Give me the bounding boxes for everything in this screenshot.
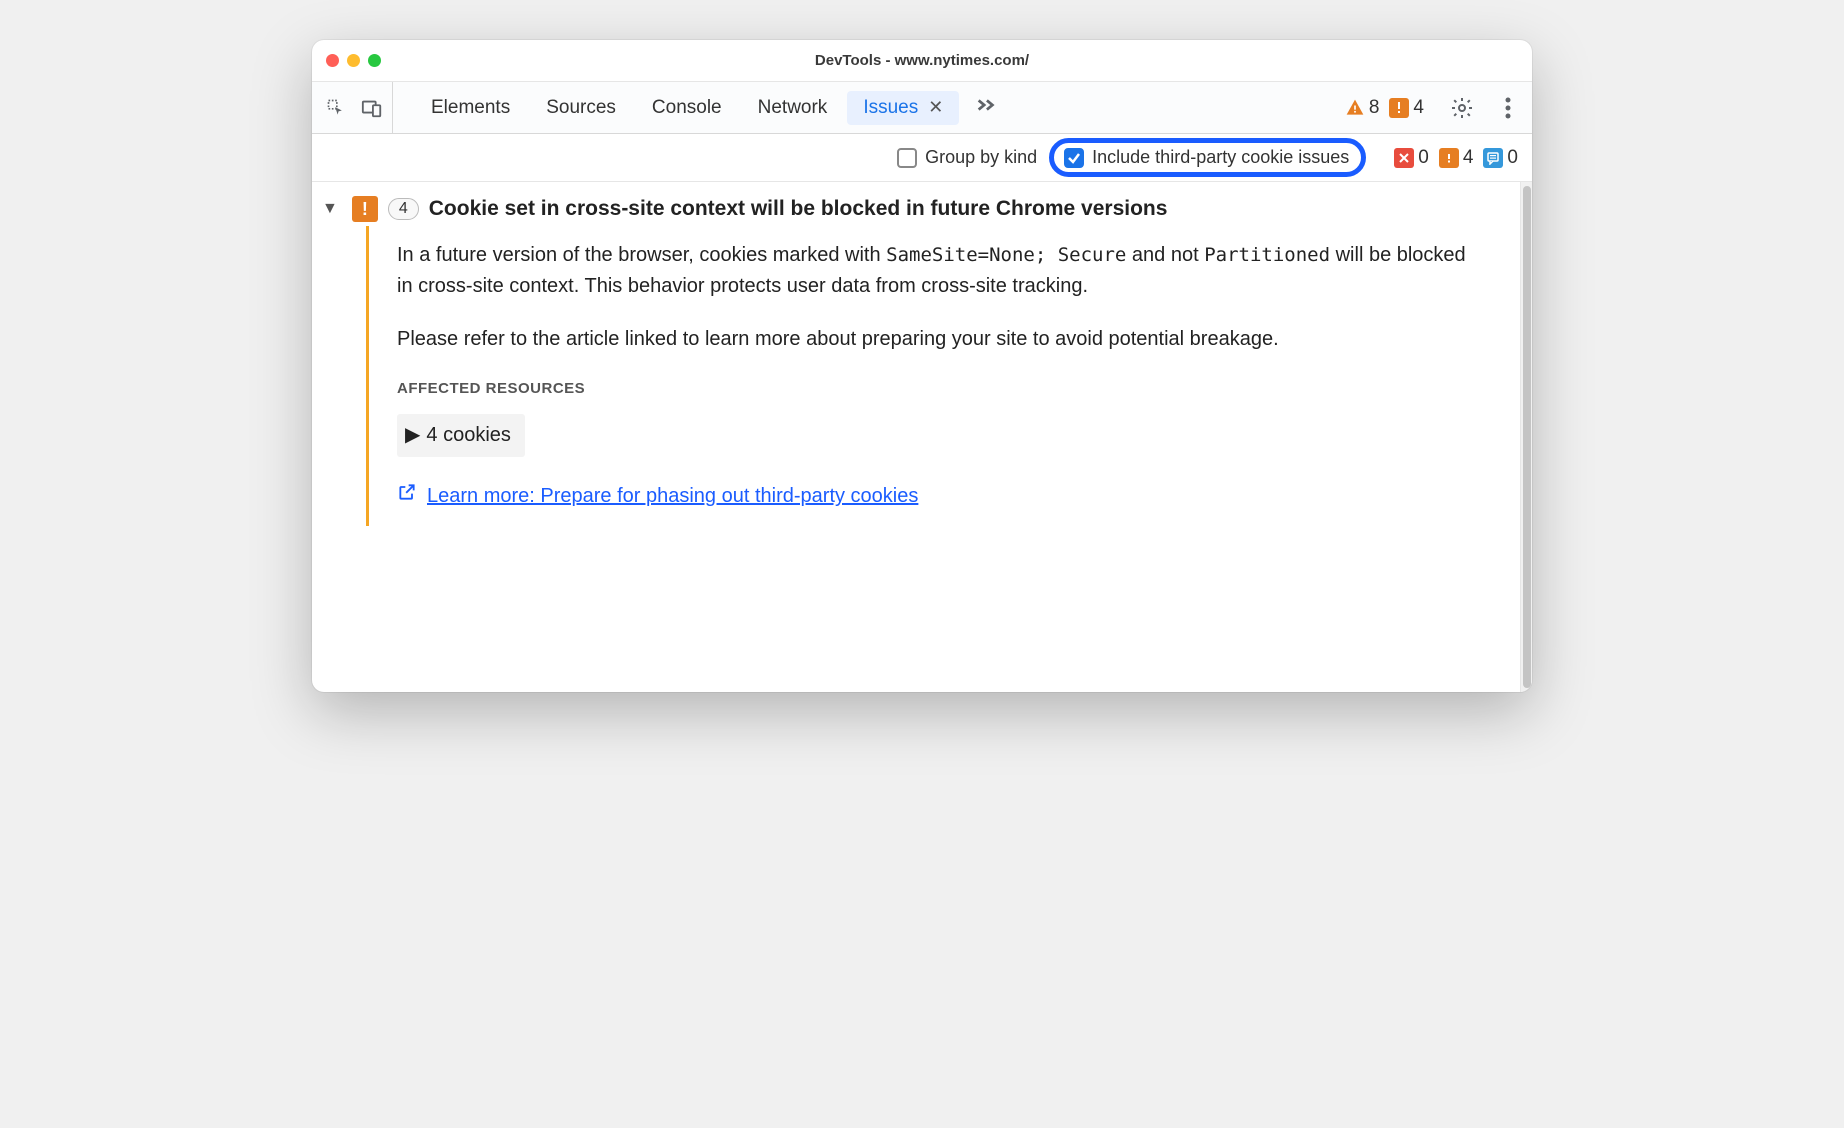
tab-sources[interactable]: Sources (530, 91, 632, 125)
warning-badge-icon (1439, 148, 1459, 168)
warnings-indicator[interactable]: 8 (1345, 97, 1380, 119)
devtools-window: DevTools - www.nytimes.com/ Elements Sou… (312, 40, 1532, 692)
tab-bar: Elements Sources Console Network Issues … (312, 82, 1532, 134)
issue-title: Cookie set in cross-site context will be… (429, 197, 1168, 221)
cookies-count-label: 4 cookies (426, 420, 511, 451)
issue-paragraph-1: In a future version of the browser, cook… (397, 240, 1480, 302)
issue-severity-icon: ! (352, 196, 378, 222)
disclosure-triangle-icon[interactable]: ▼ (318, 200, 342, 218)
issue-count-pill: 4 (388, 198, 419, 220)
issue-body: In a future version of the browser, cook… (366, 226, 1500, 526)
error-badge-icon (1394, 148, 1414, 168)
error-issues-count[interactable]: 0 (1394, 147, 1429, 169)
group-by-kind-label: Group by kind (925, 147, 1037, 168)
filter-toolbar: Group by kind Include third-party cookie… (312, 134, 1532, 182)
disclosure-right-icon: ▶ (405, 420, 420, 451)
info-count-value: 0 (1507, 147, 1518, 169)
device-toolbar-icon[interactable] (360, 96, 384, 120)
traffic-lights (326, 54, 381, 67)
tab-network[interactable]: Network (742, 91, 844, 125)
affected-resources-label: AFFECTED RESOURCES (397, 377, 1480, 400)
more-tabs-button[interactable] (967, 93, 1005, 122)
scrollbar[interactable] (1520, 182, 1532, 692)
issue-header-row[interactable]: ▼ ! 4 Cookie set in cross-site context w… (318, 192, 1500, 226)
tab-issues[interactable]: Issues ✕ (847, 91, 959, 125)
group-by-kind-checkbox[interactable]: Group by kind (897, 147, 1037, 168)
maximize-window-button[interactable] (368, 54, 381, 67)
more-options-icon[interactable] (1494, 94, 1522, 122)
external-link-icon (397, 481, 417, 512)
issues-count: 4 (1413, 97, 1424, 119)
window-title: DevTools - www.nytimes.com/ (312, 52, 1532, 69)
scrollbar-thumb[interactable] (1523, 186, 1531, 688)
issue-kind-counts: 0 4 0 (1394, 147, 1518, 169)
text-segment: and not (1132, 244, 1204, 266)
include-third-party-label: Include third-party cookie issues (1092, 147, 1349, 168)
tab-elements[interactable]: Elements (415, 91, 526, 125)
minimize-window-button[interactable] (347, 54, 360, 67)
include-third-party-checkbox-highlight: Include third-party cookie issues (1049, 138, 1366, 177)
learn-more-row: Learn more: Prepare for phasing out thir… (397, 481, 1480, 512)
warning-issues-count[interactable]: 4 (1439, 147, 1474, 169)
settings-icon[interactable] (1448, 94, 1476, 122)
warning-count-value: 4 (1463, 147, 1474, 169)
warnings-count: 8 (1369, 97, 1380, 119)
code-partitioned: Partitioned (1204, 244, 1330, 266)
close-window-button[interactable] (326, 54, 339, 67)
inspect-element-icon[interactable] (324, 96, 348, 120)
issues-list: ▼ ! 4 Cookie set in cross-site context w… (312, 182, 1520, 692)
code-samesite: SameSite=None; Secure (886, 244, 1126, 266)
panel-tabs: Elements Sources Console Network Issues … (415, 91, 1005, 125)
close-tab-icon[interactable]: ✕ (928, 97, 943, 118)
tab-console[interactable]: Console (636, 91, 738, 125)
titlebar: DevTools - www.nytimes.com/ (312, 40, 1532, 82)
learn-more-link[interactable]: Learn more: Prepare for phasing out thir… (427, 481, 918, 512)
error-count-value: 0 (1418, 147, 1429, 169)
status-counts: 8 4 (1345, 97, 1430, 119)
issues-content-area: ▼ ! 4 Cookie set in cross-site context w… (312, 182, 1532, 692)
info-issues-count[interactable]: 0 (1483, 147, 1518, 169)
info-badge-icon (1483, 148, 1503, 168)
tab-issues-label: Issues (863, 97, 918, 119)
issue-paragraph-2: Please refer to the article linked to le… (397, 324, 1480, 355)
include-third-party-checkbox[interactable] (1064, 148, 1084, 168)
text-segment: In a future version of the browser, cook… (397, 244, 886, 266)
affected-cookies-toggle[interactable]: ▶ 4 cookies (397, 414, 525, 457)
issues-indicator[interactable]: 4 (1389, 97, 1424, 119)
checkbox-unchecked-icon (897, 148, 917, 168)
